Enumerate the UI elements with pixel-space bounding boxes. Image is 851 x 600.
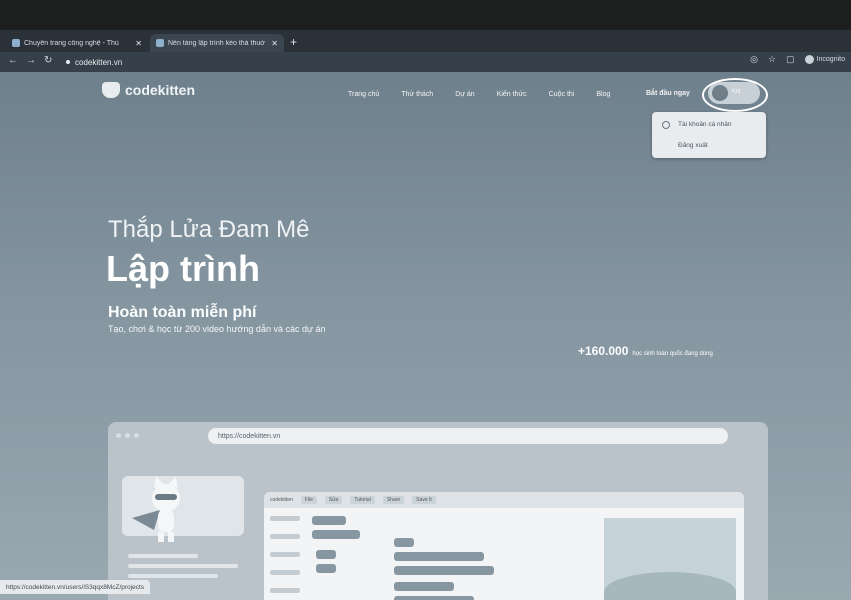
code-editor-preview: codekitten File Sửa Tutorial Share Save … — [264, 492, 744, 600]
nav-item-home[interactable]: Trang chủ — [348, 91, 379, 98]
editor-menu-edit: Sửa — [324, 496, 343, 504]
incognito-indicator[interactable]: Incognito — [804, 55, 845, 64]
stage-preview — [604, 518, 736, 600]
preview-url: https://codekitten.vn — [218, 432, 281, 440]
user-count-caption: học sinh toàn quốc đang dùng — [632, 351, 713, 357]
address-bar[interactable]: codekitten.vn — [66, 55, 766, 69]
code-block — [312, 530, 360, 539]
menu-item-account[interactable]: Tài khoản cá nhân — [678, 121, 731, 128]
nav-item-projects[interactable]: Dự án — [455, 91, 474, 98]
link-status-bar: https://codekitten.vn/users/iS3qqx8McZ/p… — [0, 580, 151, 594]
code-block — [394, 552, 484, 561]
user-icon — [662, 121, 670, 129]
user-count-number: +160.000 — [578, 344, 629, 358]
back-icon[interactable]: ← — [8, 55, 18, 66]
monitor-bezel — [0, 0, 851, 30]
reload-icon[interactable]: ↻ — [44, 55, 52, 66]
editor-menu-tutorial: Tutorial — [350, 496, 375, 504]
nav-item-knowledge[interactable]: Kiến thức — [497, 91, 527, 98]
tab-bar: Chuyên trang công nghệ - Thủ ✕ Nền tảng … — [0, 30, 851, 52]
highlight-circle — [702, 78, 768, 112]
incognito-label: Incognito — [816, 56, 845, 63]
code-block — [394, 582, 454, 591]
kitten-logo-icon — [102, 82, 120, 98]
view-icon[interactable]: ◎ — [750, 54, 758, 65]
nav-item-challenges[interactable]: Thử thách — [401, 91, 433, 98]
menu-item-logout[interactable]: Đăng xuất — [678, 142, 708, 149]
address-toolbar: ← → ↻ codekitten.vn ◎ ☆ ▢ Incognito — [0, 52, 851, 72]
browser-window: Chuyên trang công nghệ - Thủ ✕ Nền tảng … — [0, 30, 851, 600]
main-nav: Trang chủ Thử thách Dự án Kiến thức Cuộc… — [348, 91, 610, 98]
favicon-icon — [12, 39, 20, 47]
code-block — [394, 566, 494, 575]
address-text: codekitten.vn — [75, 57, 123, 67]
code-block — [394, 596, 474, 600]
tab-search-icon[interactable]: ▢ — [786, 54, 795, 65]
tab-codekitten[interactable]: Nền tảng lập trình kéo thả thuở ✕ — [150, 34, 284, 52]
hero-description: Tạo, chơi & học từ 200 video hướng dẫn v… — [108, 324, 326, 334]
editor-menu-file: File — [300, 496, 317, 504]
code-block — [316, 550, 336, 559]
new-tab-button[interactable]: + — [290, 35, 297, 49]
incognito-icon — [804, 55, 814, 64]
kitten-mascot-icon — [132, 476, 180, 542]
close-icon[interactable]: ✕ — [135, 39, 142, 48]
logo-text: codekitten — [125, 82, 196, 98]
site-info-icon[interactable] — [66, 60, 70, 64]
web-page: codekitten Trang chủ Thử thách Dự án Kiế… — [0, 72, 851, 600]
tab-chuyen-trang[interactable]: Chuyên trang công nghệ - Thủ ✕ — [6, 34, 148, 52]
hero-tagline: Thắp Lửa Đam Mê — [108, 216, 310, 243]
favicon-icon — [156, 39, 164, 47]
window-dots — [116, 433, 139, 438]
forward-icon[interactable]: → — [26, 55, 36, 66]
code-block — [394, 538, 414, 547]
toolbar-actions: ◎ ☆ ▢ Incognito — [750, 54, 845, 65]
user-count: +160.000 học sinh toàn quốc đang dùng — [578, 344, 713, 358]
hero-title: Lập trình — [106, 248, 260, 289]
user-dropdown-menu: Tài khoản cá nhân Đăng xuất — [652, 112, 766, 158]
tab-label: Chuyên trang công nghệ - Thủ — [24, 39, 119, 47]
block-categories — [270, 516, 300, 600]
nav-item-contests[interactable]: Cuộc thi — [549, 91, 575, 98]
editor-menu-share: Share — [382, 496, 405, 504]
tab-label: Nền tảng lập trình kéo thả thuở — [168, 39, 265, 47]
bookmark-star-icon[interactable]: ☆ — [768, 54, 776, 65]
hero-subtitle: Hoàn toàn miễn phí — [108, 304, 257, 321]
preview-url-bar: https://codekitten.vn — [208, 428, 728, 444]
close-icon[interactable]: ✕ — [271, 39, 278, 48]
start-now-link[interactable]: Bắt đầu ngay — [646, 90, 690, 97]
editor-menu-save: Save It — [412, 496, 436, 504]
site-logo[interactable]: codekitten — [102, 82, 195, 98]
code-block — [312, 516, 346, 525]
nav-item-blog[interactable]: Blog — [596, 91, 610, 98]
code-block — [316, 564, 336, 573]
editor-menubar: codekitten File Sửa Tutorial Share Save … — [264, 492, 744, 508]
app-preview: https://codekitten.vn codekitten File Sử… — [108, 422, 768, 600]
editor-logo: codekitten — [270, 497, 293, 503]
